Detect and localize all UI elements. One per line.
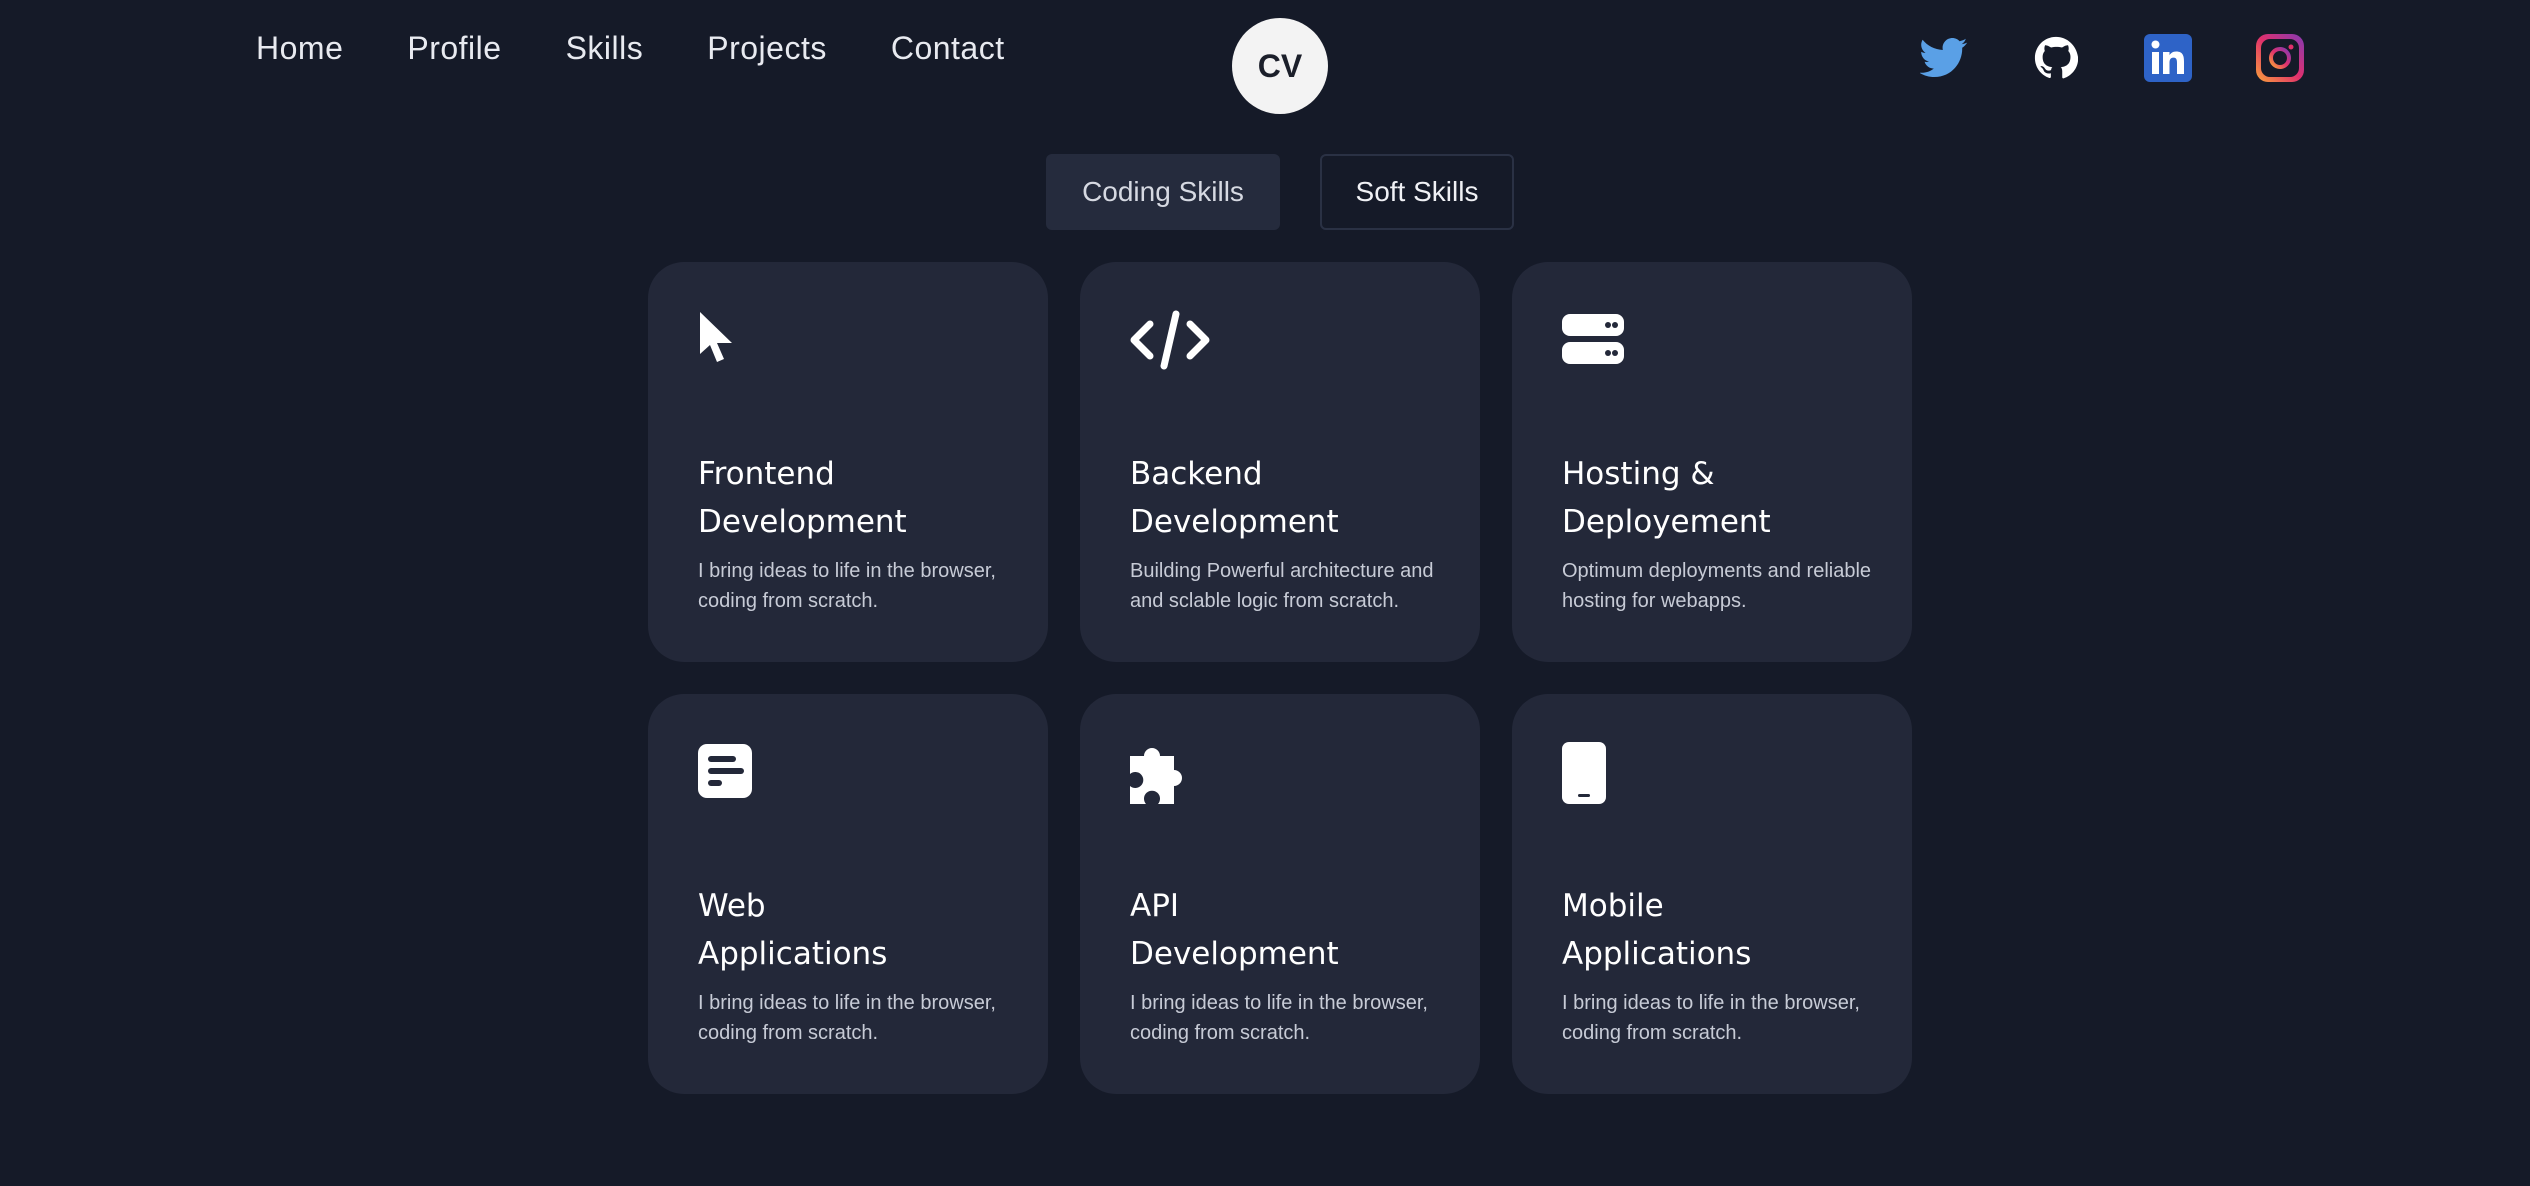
nav-profile[interactable]: Profile bbox=[407, 30, 501, 67]
card-title: Backend Development bbox=[1130, 456, 1339, 540]
card-title: Mobile Applications bbox=[1562, 888, 1752, 972]
card-title: API Development bbox=[1130, 888, 1339, 972]
nav-contact[interactable]: Contact bbox=[891, 30, 1005, 67]
tab-soft-label: Soft Skills bbox=[1355, 176, 1479, 207]
instagram-link[interactable] bbox=[2256, 34, 2304, 82]
tab-soft-skills[interactable]: Soft Skills bbox=[1320, 154, 1514, 230]
card-description: I bring ideas to life in the browser, co… bbox=[1562, 992, 1860, 1044]
mobile-icon bbox=[1562, 742, 1912, 806]
card-description: Optimum deployments and reliable hosting… bbox=[1562, 560, 1872, 612]
tab-coding-label: Coding Skills bbox=[1082, 176, 1244, 207]
card-title: Hosting & Deployement bbox=[1562, 456, 1771, 540]
code-icon bbox=[1130, 310, 1480, 374]
card-description: I bring ideas to life in the browser, co… bbox=[698, 560, 996, 612]
card-title: Web Applications bbox=[698, 888, 888, 972]
nav-skills[interactable]: Skills bbox=[566, 30, 644, 67]
card-title: Frontend Development bbox=[698, 456, 907, 540]
skill-card-mobile[interactable]: Mobile Applications I bring ideas to lif… bbox=[1512, 694, 1912, 1094]
instagram-icon bbox=[2256, 34, 2304, 82]
skill-card-web-apps[interactable]: Web Applications I bring ideas to life i… bbox=[648, 694, 1048, 1094]
card-description: Building Powerful architecture and and s… bbox=[1130, 560, 1434, 612]
linkedin-link[interactable] bbox=[2144, 34, 2192, 82]
nav-projects[interactable]: Projects bbox=[707, 30, 827, 67]
skill-card-api[interactable]: API Development I bring ideas to life in… bbox=[1080, 694, 1480, 1094]
twitter-icon bbox=[1920, 38, 1968, 77]
logo-text: CV bbox=[1257, 47, 1303, 84]
tab-coding-skills[interactable]: Coding Skills bbox=[1046, 154, 1280, 230]
card-description: I bring ideas to life in the browser, co… bbox=[1130, 992, 1428, 1044]
twitter-link[interactable] bbox=[1920, 34, 1968, 82]
main-nav: Home Profile Skills Projects Contact bbox=[256, 30, 1005, 67]
card-description: I bring ideas to life in the browser, co… bbox=[698, 992, 996, 1044]
nav-home[interactable]: Home bbox=[256, 30, 343, 67]
server-icon bbox=[1562, 310, 1912, 374]
github-link[interactable] bbox=[2032, 34, 2080, 82]
skill-card-hosting[interactable]: Hosting & Deployement Optimum deployment… bbox=[1512, 262, 1912, 662]
github-icon bbox=[2034, 36, 2078, 79]
web-app-icon bbox=[698, 742, 1048, 806]
skill-card-backend[interactable]: Backend Development Building Powerful ar… bbox=[1080, 262, 1480, 662]
skill-card-frontend[interactable]: Frontend Development I bring ideas to li… bbox=[648, 262, 1048, 662]
cursor-icon bbox=[698, 310, 1048, 374]
linkedin-icon bbox=[2144, 34, 2192, 82]
cv-logo[interactable]: CV bbox=[1232, 18, 1328, 114]
puzzle-icon bbox=[1130, 742, 1480, 806]
